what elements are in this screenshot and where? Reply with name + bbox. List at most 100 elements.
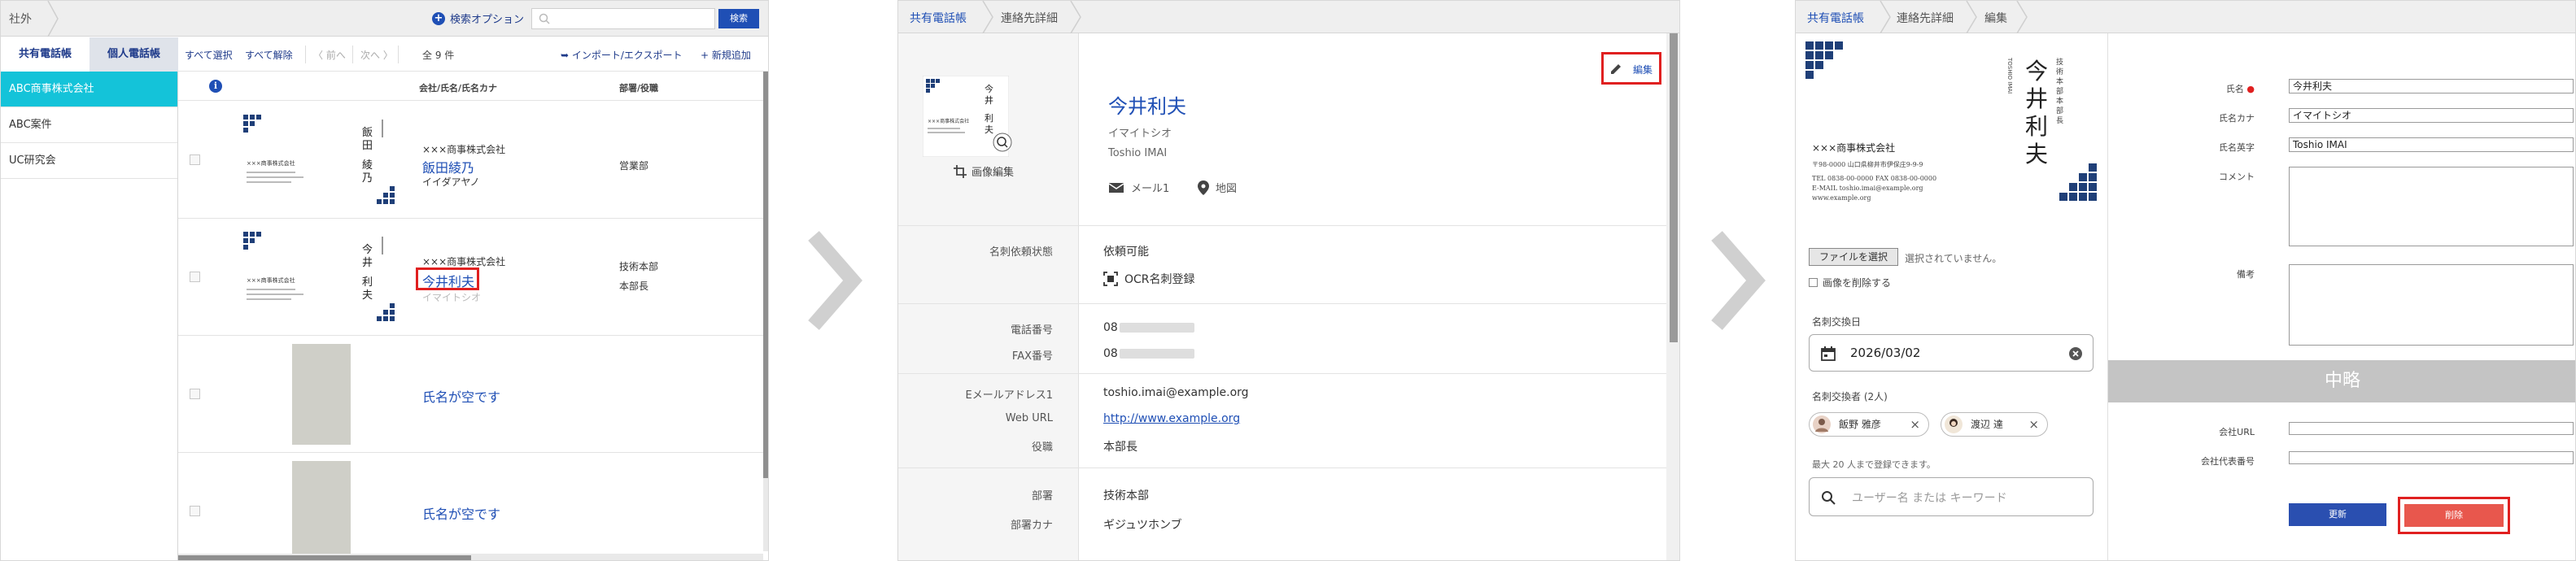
- zoom-in-icon[interactable]: [993, 133, 1012, 152]
- company-phone-input[interactable]: [2289, 451, 2574, 464]
- row-checkbox[interactable]: [190, 272, 200, 282]
- contact-name-link[interactable]: 氏名が空です: [422, 503, 500, 523]
- contact-name-link[interactable]: 飯田綾乃: [422, 157, 474, 176]
- update-button[interactable]: 更新: [2289, 503, 2386, 526]
- vertical-scrollbar[interactable]: [1666, 33, 1679, 560]
- row-checkbox[interactable]: [190, 154, 200, 165]
- table-header: i 会社/氏名/氏名カナ 部署/役職: [178, 72, 763, 101]
- horizontal-scrollbar[interactable]: [178, 554, 763, 560]
- chevron-separator-icon: [1966, 1, 1977, 33]
- user-search-input[interactable]: ユーザー名 または キーワード: [1809, 477, 2094, 516]
- contact-dept: 営業部: [619, 160, 649, 172]
- checkbox[interactable]: [1809, 278, 1818, 287]
- contact-name-link[interactable]: 氏名が空です: [422, 386, 500, 406]
- divider: [1079, 373, 1666, 374]
- import-export-button[interactable]: ➥ インポート/エクスポート: [561, 48, 683, 62]
- business-card-thumbnail[interactable]: ×××商事株式会社 今 井 利 夫: [238, 228, 401, 326]
- deselect-all-button[interactable]: すべて解除: [245, 48, 293, 62]
- pencil-icon: [1611, 64, 1621, 74]
- select-all-button[interactable]: すべて選択: [185, 48, 233, 62]
- vertical-scrollbar[interactable]: [763, 72, 768, 551]
- exchangers-label: 名刺交換者 (2人): [1812, 391, 1888, 402]
- label-job-title: 役職: [1031, 441, 1053, 454]
- delete-image-checkbox[interactable]: 画像を削除する: [1809, 276, 1891, 289]
- label-dept: 部署: [1031, 490, 1053, 502]
- exchanger-chip[interactable]: 飯野 雅彦 ×: [1809, 412, 1929, 437]
- search-option-button[interactable]: + 検索オプション: [432, 11, 524, 26]
- tab-personal-phonebook[interactable]: 個人電話帳: [90, 37, 178, 72]
- name-romaji-input[interactable]: Toshio IMAI: [2289, 137, 2574, 152]
- map-pin-icon: [1198, 180, 1209, 195]
- contact-dept: 技術本部: [619, 261, 659, 272]
- scroll-thumb[interactable]: [763, 72, 768, 478]
- breadcrumb-contact-detail[interactable]: 連絡先詳細: [1897, 10, 1954, 26]
- scroll-thumb[interactable]: [178, 555, 471, 560]
- next-page-button[interactable]: 次へ 〉: [360, 48, 393, 62]
- contact-detail-panel: 共有電話帳 連絡先詳細 ×××商事株式会社 今 井 利 夫 画像編集 名刺依頼状…: [897, 0, 1680, 561]
- comment-textarea[interactable]: [2289, 167, 2574, 246]
- edit-button[interactable]: 編集: [1601, 52, 1661, 85]
- remarks-textarea[interactable]: [2289, 264, 2574, 346]
- label-dept-kana: 部署カナ: [1010, 520, 1053, 532]
- detail-value-column: 今井利夫 イマイトシオ Toshio IMAI メール1 地図 依頼可能 OCR…: [1079, 33, 1666, 560]
- delete-button[interactable]: 削除: [2404, 504, 2504, 527]
- divider: [898, 303, 1079, 304]
- remove-chip-icon[interactable]: ×: [2028, 413, 2039, 436]
- label-fax: FAX番号: [1011, 350, 1053, 363]
- blurred-card-image[interactable]: [292, 344, 351, 445]
- exchanger-chip[interactable]: 渡辺 達 ×: [1941, 412, 2048, 437]
- divider: [352, 46, 353, 63]
- column-dept[interactable]: 部署/役職: [619, 81, 658, 94]
- column-company[interactable]: 会社/氏名/氏名カナ: [419, 81, 497, 94]
- add-new-button[interactable]: + 新規追加: [701, 48, 751, 62]
- breadcrumb-shared-phonebook[interactable]: 共有電話帳: [1807, 10, 1864, 26]
- search-button[interactable]: 検索: [718, 9, 759, 28]
- mail-button[interactable]: メール1: [1108, 180, 1169, 195]
- ocr-register-button[interactable]: OCR名刺登録: [1103, 271, 1195, 287]
- choose-file-button[interactable]: ファイルを選択: [1809, 248, 1898, 266]
- name-kana-input[interactable]: イマイトシオ: [2289, 108, 2574, 123]
- contact-edit-panel: 共有電話帳 連絡先詳細 編集 ×××商事株式会社 〒98-0000 山口県柳井市…: [1795, 0, 2576, 561]
- row-checkbox[interactable]: [190, 389, 200, 399]
- search-icon: [1822, 491, 1836, 505]
- company-url-input[interactable]: [2289, 422, 2574, 435]
- email1-value[interactable]: toshio.imai@example.org: [1103, 386, 1249, 399]
- plus-icon: +: [701, 50, 712, 61]
- table-row[interactable]: ×××商事株式会社 飯 田 綾 乃 ×××商事株式会社 飯田綾乃 イイダアヤノ …: [178, 102, 763, 219]
- table-row[interactable]: ×××商事株式会社 今 井 利 夫 ×××商事株式会社 今井利夫 イマイトシオ …: [178, 219, 763, 336]
- image-edit-button[interactable]: 画像編集: [954, 163, 1014, 179]
- omitted-section-banner: 中略: [2108, 360, 2575, 402]
- exchange-date-input[interactable]: 2026/03/02: [1809, 334, 2094, 372]
- svg-text:夫: 夫: [362, 289, 373, 302]
- search-input[interactable]: [531, 8, 715, 29]
- import-icon: ➥: [561, 50, 572, 61]
- prev-page-button[interactable]: 〈 前へ: [313, 48, 346, 62]
- sidebar-item-uc-study[interactable]: UC研究会: [1, 143, 177, 179]
- clear-icon[interactable]: [2068, 346, 2083, 361]
- table-row[interactable]: 氏名が空です: [178, 336, 763, 453]
- breadcrumb-outside[interactable]: 社外: [9, 11, 32, 27]
- sidebar: ABC商事株式会社 ABC案件 UC研究会: [1, 72, 178, 560]
- crop-icon: [954, 164, 967, 178]
- label-card-request-status: 名刺依頼状態: [989, 246, 1053, 259]
- business-card-thumbnail[interactable]: ×××商事株式会社 飯 田 綾 乃: [238, 111, 401, 209]
- breadcrumb-shared-phonebook[interactable]: 共有電話帳: [910, 10, 967, 26]
- table-row[interactable]: 氏名が空です: [178, 453, 763, 560]
- name-input[interactable]: 今井利夫: [2289, 79, 2574, 94]
- map-button[interactable]: 地図: [1198, 180, 1237, 195]
- remove-chip-icon[interactable]: ×: [1910, 413, 1920, 436]
- tab-shared-phonebook[interactable]: 共有電話帳: [1, 37, 90, 72]
- scroll-thumb[interactable]: [1670, 33, 1678, 342]
- row-checkbox[interactable]: [190, 506, 200, 516]
- blurred-card-image[interactable]: [292, 461, 351, 560]
- sidebar-item-abc-project[interactable]: ABC案件: [1, 107, 177, 143]
- business-card-preview: ×××商事株式会社 〒98-0000 山口県柳井市伊保庄9-9-9 TEL 08…: [1805, 41, 2098, 220]
- svg-text:×××商事株式会社: ×××商事株式会社: [247, 159, 295, 167]
- web-url-link[interactable]: http://www.example.org: [1103, 412, 1240, 425]
- divider: [1079, 303, 1666, 304]
- sidebar-item-abc-company[interactable]: ABC商事株式会社: [1, 72, 177, 107]
- contact-name-link[interactable]: 今井利夫: [422, 271, 474, 290]
- info-icon[interactable]: i: [209, 80, 222, 93]
- svg-text:今: 今: [985, 83, 993, 94]
- remarks-label: 備考: [2237, 269, 2255, 280]
